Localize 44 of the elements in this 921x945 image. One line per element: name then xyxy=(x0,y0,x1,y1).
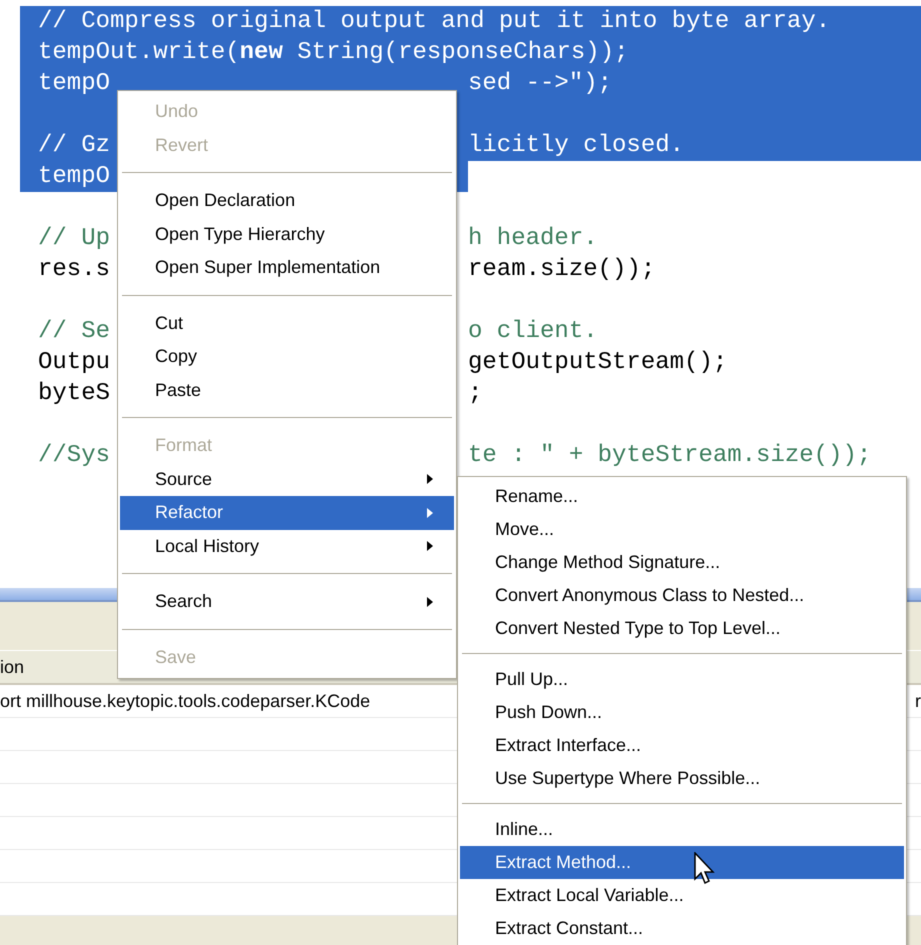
table-cell-text: r xyxy=(915,690,921,713)
code-text: tempO xyxy=(37,69,110,99)
code-text: tempO xyxy=(37,162,110,192)
code-text: ; xyxy=(468,379,482,409)
code-text: ream.size()); xyxy=(468,255,656,285)
code-comment: // Se xyxy=(37,317,110,347)
menu-item[interactable]: Extract Method... xyxy=(460,846,904,879)
menu-item[interactable]: Open Super Implementation xyxy=(120,251,454,284)
menu-item[interactable]: Pull Up... xyxy=(460,663,904,696)
code-comment: h header. xyxy=(468,224,598,254)
menu-item[interactable]: Search xyxy=(120,585,454,618)
menu-item[interactable]: Convert Nested Type to Top Level... xyxy=(460,612,904,645)
code-comment: // Gz xyxy=(37,131,110,161)
menu-item[interactable]: Inline... xyxy=(460,813,904,846)
menu-item[interactable]: Push Down... xyxy=(460,696,904,729)
code-comment: o client. xyxy=(468,317,598,347)
code-comment: licitly closed. xyxy=(468,131,684,161)
menu-item[interactable]: Copy xyxy=(120,340,454,374)
menu-item[interactable]: Extract Constant... xyxy=(460,912,904,945)
menu-item[interactable]: Source xyxy=(120,462,454,496)
menu-item[interactable]: Move... xyxy=(460,513,904,546)
menu-item[interactable]: Open Type Hierarchy xyxy=(120,218,454,251)
menu-item[interactable]: Cut xyxy=(120,306,454,340)
code-text: Outpu xyxy=(37,348,110,378)
menu-item[interactable]: Refactor xyxy=(120,496,454,530)
menu-item[interactable]: Rename... xyxy=(460,480,904,513)
code-text: res.s xyxy=(37,255,110,285)
code-comment: //Sys xyxy=(37,441,110,471)
menu-item[interactable]: Paste xyxy=(120,374,454,407)
code-text: tempOut.write(new String(responseChars)); xyxy=(37,38,629,68)
code-text: sed -->"); xyxy=(468,69,612,99)
menu-item[interactable]: Convert Anonymous Class to Nested... xyxy=(460,579,904,612)
menu-item[interactable]: Extract Local Variable... xyxy=(460,879,904,912)
menu-item[interactable]: Extract Interface... xyxy=(460,729,904,762)
menu-item[interactable]: Change Method Signature... xyxy=(460,546,904,579)
menu-item[interactable]: Open Declaration xyxy=(120,184,454,218)
code-comment: // Compress original output and put it into byte array. xyxy=(37,7,830,37)
table-cell-text: ort millhouse.keytopic.tools.codeparser.KCode xyxy=(0,690,370,713)
code-comment: // Up xyxy=(37,224,110,254)
menu-item[interactable]: Use Supertype Where Possible... xyxy=(460,762,904,795)
menu-item[interactable]: Local History xyxy=(120,530,454,563)
code-text: getOutputStream(); xyxy=(468,348,728,378)
code-text: byteS xyxy=(37,379,110,409)
code-comment: te : " + byteStream.size()); xyxy=(468,441,872,471)
